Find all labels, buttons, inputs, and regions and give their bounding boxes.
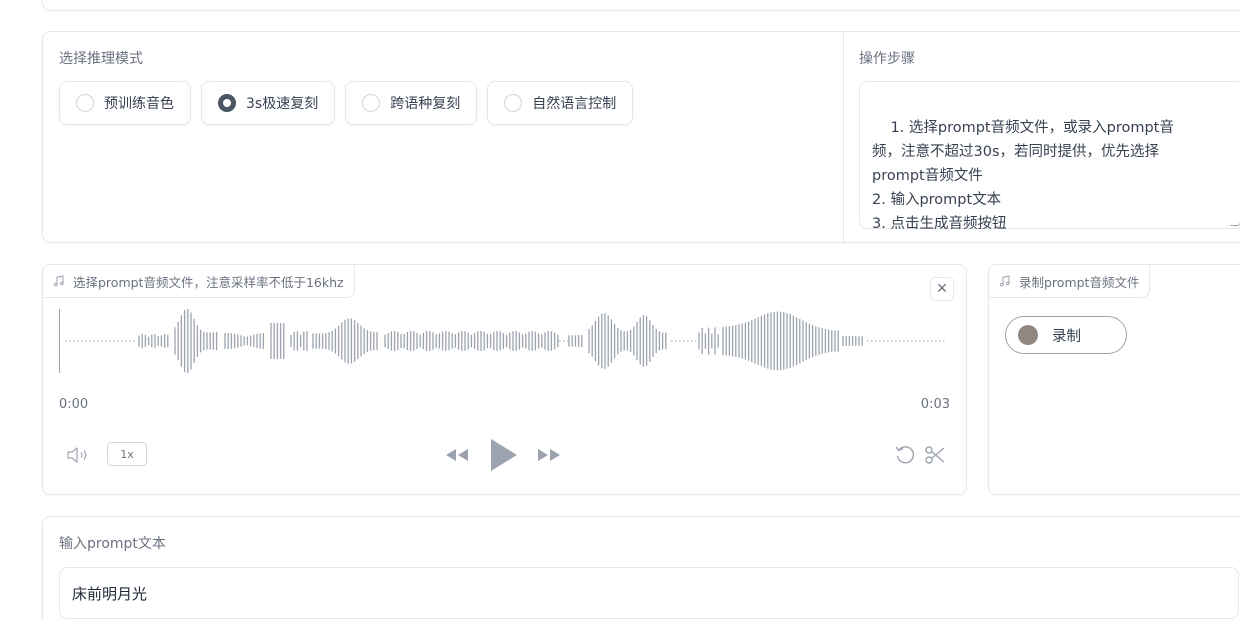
music-note-icon	[1000, 275, 1010, 287]
rewind-icon[interactable]	[441, 443, 473, 467]
record-button[interactable]: 录制	[1005, 316, 1127, 354]
music-note-icon	[54, 275, 64, 287]
player-controls: 1x	[59, 437, 949, 473]
steps-textarea[interactable]: 1. 选择prompt音频文件，或录入prompt音 频，注意不超过30s，若同…	[859, 81, 1240, 232]
prompt-text-input[interactable]: 床前明月光	[59, 567, 1239, 619]
steps-text: 1. 选择prompt音频文件，或录入prompt音 频，注意不超过30s，若同…	[872, 120, 1174, 232]
record-button-label: 录制	[1052, 328, 1081, 345]
audio-record-label: 录制prompt音频文件	[989, 265, 1151, 298]
radio-option-cross-lingual[interactable]: 跨语种复刻	[345, 81, 478, 125]
radio-button-checked[interactable]	[218, 94, 236, 112]
radio-option-3s-clone[interactable]: 3s极速复刻	[201, 81, 336, 125]
playback-speed-button[interactable]: 1x	[107, 442, 147, 466]
record-dot-icon	[1018, 325, 1038, 345]
previous-section-panel	[42, 0, 1240, 11]
mode-radio-group: 预训练音色 3s极速复刻 跨语种复刻 自然语言控制	[59, 81, 634, 125]
audio-waveform[interactable]	[59, 309, 949, 379]
mode-panel: 选择推理模式 预训练音色 3s极速复刻 跨语种复刻 自然语言控制 操作步骤 1.…	[42, 31, 1240, 243]
close-button[interactable]: ✕	[930, 277, 954, 301]
prompt-text-panel: 输入prompt文本 床前明月光	[42, 516, 1240, 620]
radio-option-label: 预训练音色	[104, 96, 174, 112]
undo-icon[interactable]	[893, 443, 917, 467]
play-icon[interactable]	[485, 437, 521, 473]
radio-button-unchecked[interactable]	[504, 94, 523, 112]
scissors-icon[interactable]	[923, 443, 947, 467]
radio-option-label: 自然语言控制	[532, 96, 617, 112]
current-time: 0:00	[59, 397, 89, 412]
duration-time: 0:03	[920, 397, 950, 412]
mode-label: 选择推理模式	[59, 51, 143, 67]
radio-option-instruct[interactable]: 自然语言控制	[487, 81, 634, 125]
radio-option-pretrained-voice[interactable]: 预训练音色	[59, 81, 191, 125]
close-icon: ✕	[936, 281, 948, 297]
radio-option-label: 3s极速复刻	[246, 96, 319, 112]
radio-button-unchecked[interactable]	[362, 94, 381, 112]
audio-upload-label-text: 选择prompt音频文件，注意采样率不低于16khz	[73, 274, 344, 290]
audio-record-label-text: 录制prompt音频文件	[1019, 274, 1140, 290]
prompt-text-label: 输入prompt文本	[59, 536, 166, 552]
radio-button-unchecked[interactable]	[76, 94, 94, 112]
fast-forward-icon[interactable]	[533, 443, 565, 467]
waveform-bars	[65, 309, 947, 373]
audio-upload-label: 选择prompt音频文件，注意采样率不低于16khz	[43, 265, 355, 298]
radio-option-label: 跨语种复刻	[390, 96, 461, 112]
audio-upload-panel: 选择prompt音频文件，注意采样率不低于16khz ✕ 0:00 0:03 1…	[42, 264, 967, 495]
volume-icon[interactable]	[65, 444, 93, 466]
prompt-text-value: 床前明月光	[72, 584, 148, 603]
steps-label: 操作步骤	[859, 51, 915, 67]
resize-handle-icon[interactable]	[1230, 218, 1240, 226]
audio-record-panel: 录制prompt音频文件 录制	[988, 264, 1240, 495]
column-divider	[843, 32, 844, 242]
